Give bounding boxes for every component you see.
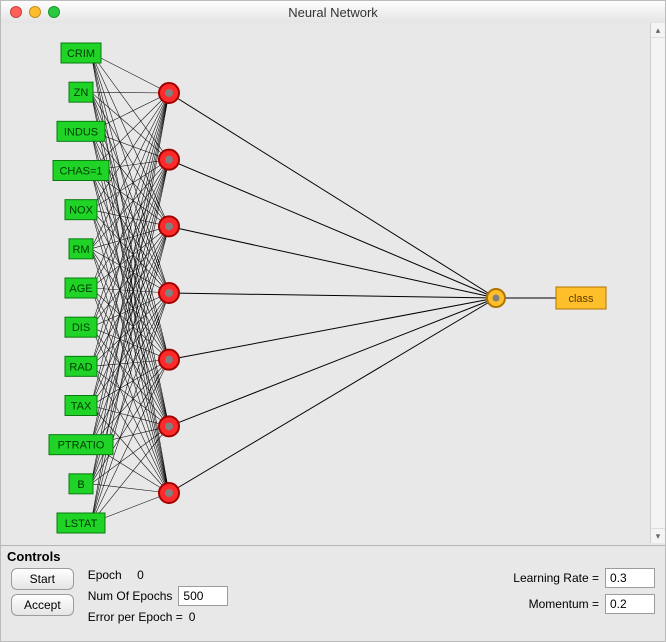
- accept-button[interactable]: Accept: [11, 594, 74, 616]
- hidden-node-core: [165, 422, 173, 430]
- network-canvas[interactable]: CRIM ZN INDUS CHAS=1 NOX RM AGE DIS RAD TAX PTRATI…: [1, 23, 651, 543]
- input-node-label: AGE: [69, 283, 92, 295]
- controls-body: Start Accept Epoch 0 Num Of Epochs Error…: [1, 564, 665, 630]
- num-epochs-label: Num Of Epochs: [88, 589, 173, 603]
- input-node-label: RM: [72, 244, 89, 256]
- input-node-label: DIS: [72, 322, 90, 334]
- error-per-epoch-value: 0: [189, 610, 196, 624]
- input-node-label: NOX: [69, 205, 94, 217]
- error-per-epoch-label: Error per Epoch =: [88, 610, 183, 624]
- scroll-down-arrow-icon[interactable]: ▾: [651, 528, 665, 543]
- controls-panel: Controls Start Accept Epoch 0 Num Of Epo…: [1, 545, 665, 641]
- aggregator-node-core: [493, 295, 500, 302]
- hidden-node-core: [165, 356, 173, 364]
- output-node-label: class: [568, 293, 594, 305]
- input-node-label: CRIM: [67, 48, 95, 60]
- start-button[interactable]: Start: [11, 568, 74, 590]
- input-node-label: CHAS=1: [59, 166, 102, 178]
- momentum-label: Momentum =: [529, 597, 599, 611]
- neural-network-diagram: CRIM ZN INDUS CHAS=1 NOX RM AGE DIS RAD TAX PTRATI…: [1, 23, 651, 543]
- epoch-value: 0: [137, 568, 144, 582]
- minimize-icon[interactable]: [29, 6, 41, 18]
- controls-title: Controls: [1, 546, 665, 564]
- traffic-lights: [10, 6, 60, 18]
- window-title: Neural Network: [1, 5, 665, 20]
- scroll-up-arrow-icon[interactable]: ▴: [651, 23, 665, 38]
- learning-rate-label: Learning Rate =: [513, 571, 599, 585]
- hidden-node-core: [165, 156, 173, 164]
- input-node-label: ZN: [74, 87, 89, 99]
- momentum-input[interactable]: [605, 594, 655, 614]
- hidden-node-core: [165, 222, 173, 230]
- epoch-label: Epoch: [88, 568, 122, 582]
- input-node-label: LSTAT: [65, 518, 98, 530]
- input-node-label: INDUS: [64, 126, 98, 138]
- zoom-icon[interactable]: [48, 6, 60, 18]
- input-node-label: TAX: [71, 401, 92, 413]
- close-icon[interactable]: [10, 6, 22, 18]
- main-area: CRIM ZN INDUS CHAS=1 NOX RM AGE DIS RAD TAX PTRATI…: [1, 23, 665, 543]
- app-window: Neural Network CRIM ZN INDUS CHAS=1 NOX RM AGE…: [0, 0, 666, 642]
- input-node-label: PTRATIO: [58, 440, 105, 452]
- input-node-label: B: [77, 479, 84, 491]
- hidden-node-core: [165, 289, 173, 297]
- learning-rate-input[interactable]: [605, 568, 655, 588]
- input-node-label: RAD: [69, 361, 92, 373]
- num-epochs-input[interactable]: [178, 586, 228, 606]
- hidden-node-core: [165, 89, 173, 97]
- titlebar: Neural Network: [1, 1, 665, 24]
- vertical-scrollbar[interactable]: ▴ ▾: [650, 23, 665, 543]
- hidden-node-core: [165, 489, 173, 497]
